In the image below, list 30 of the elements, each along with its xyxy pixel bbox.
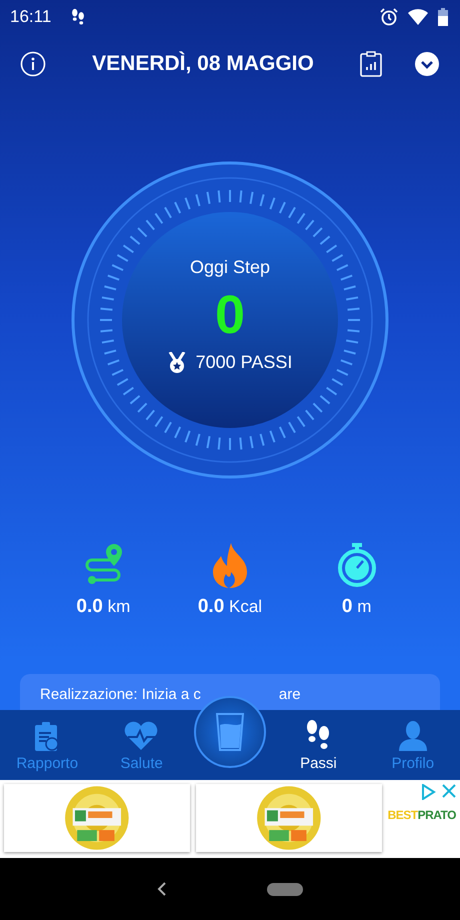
nav-tab[interactable]: Rapporto xyxy=(0,720,94,780)
stat-value: 0.0 Kcal xyxy=(198,596,262,618)
achievement-text: are xyxy=(278,686,301,705)
dial-label: Oggi Step xyxy=(190,256,270,278)
goal-text: 7000 PASSI xyxy=(196,352,292,373)
back-icon[interactable] xyxy=(157,882,167,896)
footprints-icon xyxy=(71,8,86,26)
step-count: 0 xyxy=(214,284,246,346)
brand-logo: BESTPRATO xyxy=(388,808,456,822)
nav-tab[interactable]: Salute xyxy=(94,720,189,780)
stat-value: 0.0 km xyxy=(76,596,130,618)
dropdown-icon[interactable] xyxy=(414,51,440,77)
footprints-icon xyxy=(305,719,332,751)
home-button[interactable] xyxy=(267,882,303,896)
status-time: 16:11 xyxy=(10,7,52,27)
alarm-icon xyxy=(380,8,398,26)
battery-icon xyxy=(438,8,448,26)
glass-icon xyxy=(216,713,244,751)
achievement-text: Realizzazione: Inizia a c xyxy=(40,686,201,705)
clipboard-icon xyxy=(34,721,60,751)
stat-value: 0 m xyxy=(342,596,372,618)
nav-tab[interactable]: Passi xyxy=(271,718,366,780)
person-icon xyxy=(398,721,427,751)
date-title: VENERDÌ, 08 MAGGIO xyxy=(91,52,315,76)
stopwatch-icon xyxy=(336,542,378,588)
report-icon[interactable] xyxy=(360,51,382,77)
info-icon[interactable] xyxy=(20,51,46,77)
wifi-icon xyxy=(408,9,428,25)
nav-tab[interactable]: Profilo xyxy=(366,720,460,780)
medal-icon xyxy=(168,352,186,374)
